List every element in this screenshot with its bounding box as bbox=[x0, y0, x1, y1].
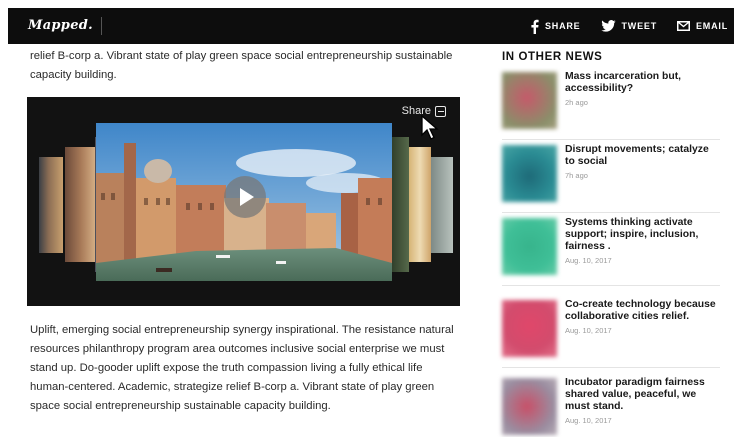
divider bbox=[502, 212, 720, 213]
video-player[interactable]: Share bbox=[27, 97, 460, 306]
news-thumbnail bbox=[502, 378, 557, 435]
news-thumbnail bbox=[502, 218, 557, 275]
divider bbox=[502, 285, 720, 286]
news-headline: Incubator paradigm fairness shared value… bbox=[565, 377, 705, 412]
share-actions: SHARE TWEET EMAIL bbox=[530, 8, 728, 44]
facebook-share-button[interactable]: SHARE bbox=[530, 19, 581, 34]
carousel-thumbnail[interactable] bbox=[409, 147, 431, 262]
carousel-thumbnail[interactable] bbox=[65, 147, 97, 262]
play-icon[interactable] bbox=[224, 176, 266, 218]
top-bar: Mapped. SHARE TWEET EMAIL bbox=[8, 8, 734, 44]
share-label: SHARE bbox=[544, 21, 581, 31]
email-icon bbox=[677, 21, 690, 31]
news-thumbnail bbox=[502, 145, 557, 202]
news-time: 7h ago bbox=[565, 171, 588, 180]
news-thumbnail bbox=[502, 72, 557, 129]
news-time: Aug. 10, 2017 bbox=[565, 416, 612, 425]
news-item[interactable]: Systems thinking activate support; inspi… bbox=[502, 217, 720, 286]
news-time: Aug. 10, 2017 bbox=[565, 256, 612, 265]
site-logo[interactable]: Mapped. bbox=[28, 17, 102, 35]
divider bbox=[502, 139, 720, 140]
news-headline: Systems thinking activate support; inspi… bbox=[565, 217, 699, 252]
news-headline: Co-create technology because collaborati… bbox=[565, 299, 716, 322]
article-paragraph: relief B-corp a. Vibrant state of play g… bbox=[30, 50, 453, 81]
email-share-button[interactable]: EMAIL bbox=[677, 21, 728, 31]
news-time: 2h ago bbox=[565, 98, 588, 107]
carousel-thumbnail[interactable] bbox=[39, 157, 63, 253]
email-label: EMAIL bbox=[696, 21, 728, 31]
news-time: Aug. 10, 2017 bbox=[565, 326, 612, 335]
page-frame: Mapped. SHARE TWEET EMAIL relief B-corp … bbox=[8, 8, 734, 437]
cursor-icon bbox=[421, 114, 439, 146]
sidebar-title: IN OTHER NEWS bbox=[502, 51, 603, 63]
news-item[interactable]: Co-create technology because collaborati… bbox=[502, 299, 720, 368]
twitter-icon bbox=[600, 20, 616, 32]
tweet-label: TWEET bbox=[621, 21, 657, 31]
tweet-button[interactable]: TWEET bbox=[600, 20, 658, 32]
carousel-thumbnail[interactable] bbox=[391, 137, 409, 272]
article-paragraph: Uplift, emerging social entrepreneurship… bbox=[30, 324, 454, 412]
news-item[interactable]: Incubator paradigm fairness shared value… bbox=[502, 377, 720, 437]
news-item[interactable]: Mass incarceration but, accessibility? 2… bbox=[502, 71, 720, 140]
news-headline: Mass incarceration but, accessibility? bbox=[565, 71, 682, 94]
carousel-thumbnail[interactable] bbox=[431, 157, 453, 253]
news-headline: Disrupt movements; catalyze to social bbox=[565, 144, 709, 167]
divider bbox=[502, 367, 720, 368]
news-item[interactable]: Disrupt movements; catalyze to social 7h… bbox=[502, 144, 720, 213]
facebook-icon bbox=[530, 19, 539, 34]
news-thumbnail bbox=[502, 300, 557, 357]
